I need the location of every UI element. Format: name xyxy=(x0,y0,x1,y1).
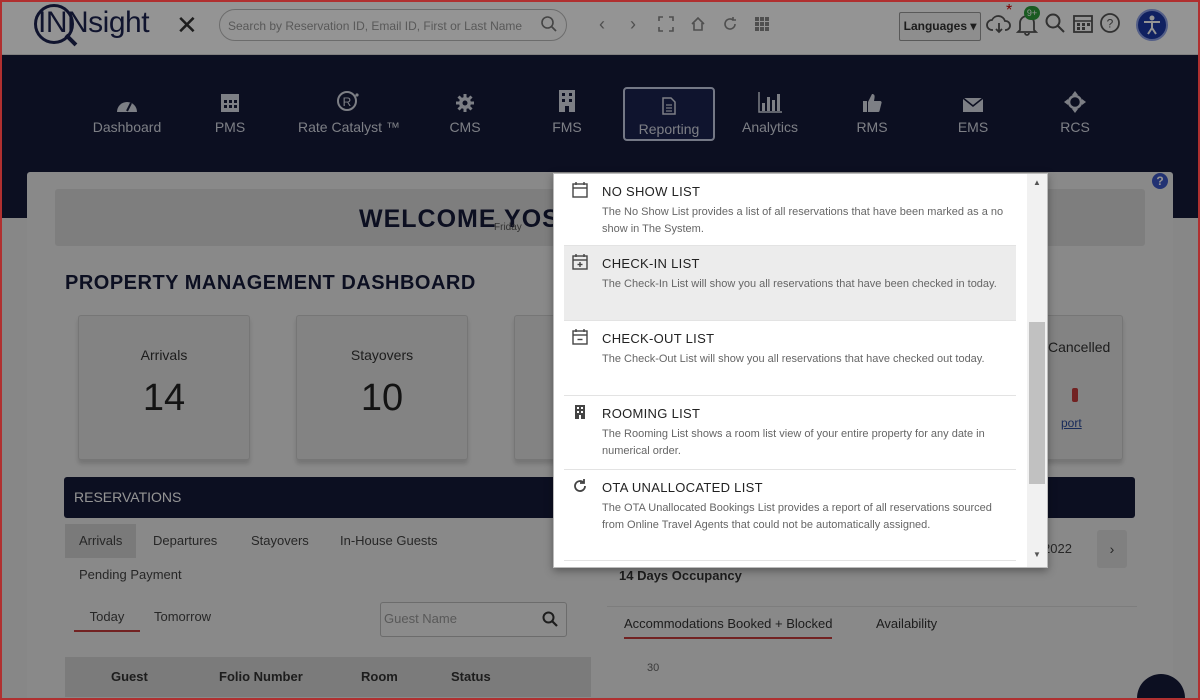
calendar-icon xyxy=(572,182,588,198)
menu-item-description: The No Show List provides a list of all … xyxy=(602,206,1004,235)
reporting-dropdown: NO SHOW LIST The No Show List provides a… xyxy=(553,173,1048,568)
menu-item-title: NO SHOW LIST xyxy=(602,184,701,199)
menu-item-no-show-list[interactable]: NO SHOW LIST The No Show List provides a… xyxy=(564,174,1016,244)
building-icon xyxy=(572,404,588,420)
divider xyxy=(564,560,1016,561)
menu-item-ota-unallocated-list[interactable]: OTA UNALLOCATED LIST The OTA Unallocated… xyxy=(564,470,1016,560)
menu-item-description: The Check-Out List will show you all res… xyxy=(602,353,985,365)
menu-item-title: ROOMING LIST xyxy=(602,406,701,421)
menu-item-rooming-list[interactable]: ROOMING LIST The Rooming List shows a ro… xyxy=(564,396,1016,470)
menu-item-check-out-list[interactable]: CHECK-OUT LIST The Check-Out List will s… xyxy=(564,321,1016,395)
scroll-down-arrow-icon[interactable]: ▼ xyxy=(1027,550,1047,562)
menu-item-title: CHECK-IN LIST xyxy=(602,256,700,271)
menu-item-title: OTA UNALLOCATED LIST xyxy=(602,480,763,495)
scroll-up-arrow-icon[interactable]: ▲ xyxy=(1027,178,1047,190)
calendar-minus-icon xyxy=(572,329,588,345)
calendar-plus-icon xyxy=(572,254,588,270)
menu-item-check-in-list[interactable]: CHECK-IN LIST The Check-In List will sho… xyxy=(564,246,1016,320)
refresh-icon xyxy=(572,478,588,494)
dropdown-scrollbar[interactable]: ▲ ▼ xyxy=(1027,174,1047,567)
menu-item-description: The OTA Unallocated Bookings List provid… xyxy=(602,502,992,531)
menu-item-description: The Rooming List shows a room list view … xyxy=(602,428,985,457)
menu-item-description: The Check-In List will show you all rese… xyxy=(602,278,997,290)
scroll-thumb[interactable] xyxy=(1029,322,1045,484)
menu-item-title: CHECK-OUT LIST xyxy=(602,331,715,346)
